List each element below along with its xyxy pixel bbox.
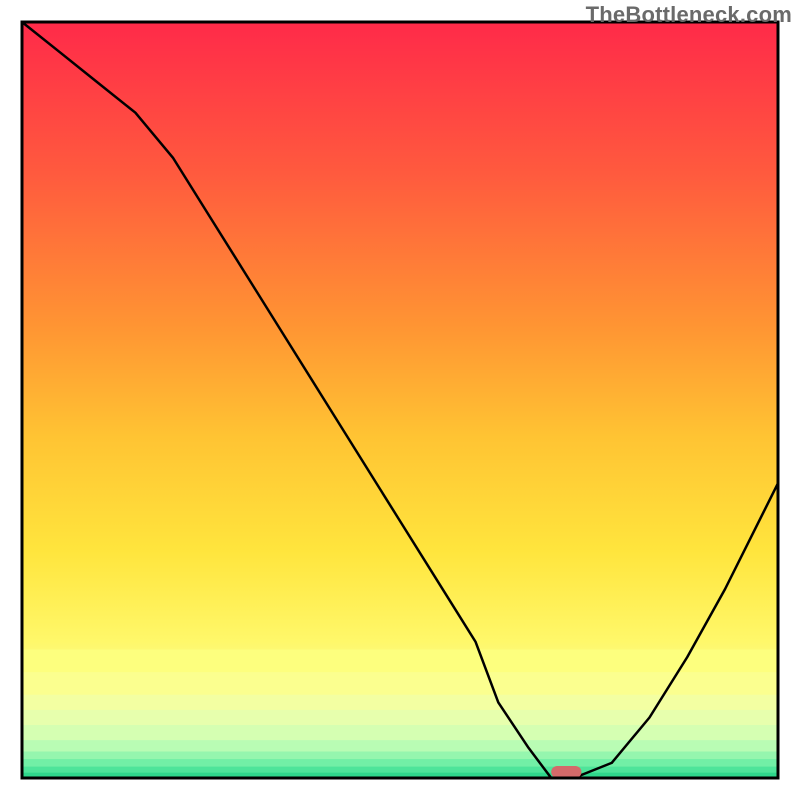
- bottleneck-chart: TheBottleneck.com: [0, 0, 800, 800]
- gradient-stripe: [22, 695, 778, 710]
- watermark-text: TheBottleneck.com: [586, 2, 792, 28]
- gradient-stripe: [22, 740, 778, 751]
- chart-svg: [0, 0, 800, 800]
- gradient-stripe: [22, 725, 778, 740]
- gradient-stripe: [22, 752, 778, 760]
- gradient-stripe: [22, 767, 778, 773]
- gradient-stripe: [22, 710, 778, 725]
- optimal-range-marker: [551, 766, 581, 778]
- gradient-stripe: [22, 649, 778, 672]
- gradient-stripe: [22, 759, 778, 767]
